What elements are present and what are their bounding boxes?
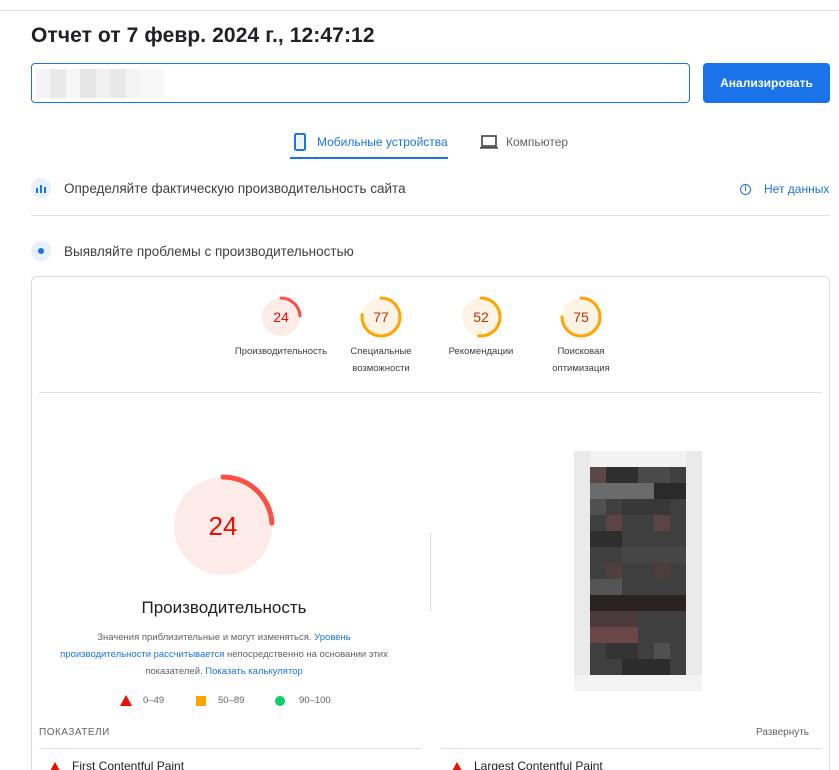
no-data-link[interactable]: i Нет данных (740, 182, 829, 196)
score-gauge-accessibility-ring: 77 (360, 296, 402, 338)
tab-desktop[interactable]: Компьютер (479, 126, 568, 158)
score-label-seo-1: Поисковая (557, 346, 605, 357)
circle-icon (275, 695, 285, 706)
lab-data-icon (31, 241, 51, 261)
tab-desktop-label: Компьютер (506, 135, 569, 149)
square-icon (196, 695, 206, 706)
poor-triangle-icon (452, 761, 462, 770)
score-gauge-accessibility[interactable]: 77 Специальные возможности (326, 295, 436, 377)
svg-text:77: 77 (373, 309, 389, 325)
field-data-section: Определяйте фактическую производительнос… (31, 178, 406, 198)
tab-mobile-label: Мобильные устройства (317, 135, 448, 149)
info-icon: i (740, 183, 751, 195)
metrics-divider-right (441, 748, 822, 749)
score-label-accessibility-2: возможности (352, 363, 410, 374)
poor-triangle-icon (50, 761, 60, 770)
phone-icon (290, 132, 310, 152)
analyze-button[interactable]: Анализировать (703, 63, 830, 103)
field-data-heading: Определяйте фактическую производительнос… (64, 180, 406, 196)
performance-note: Значения приблизительные и могут изменят… (60, 629, 388, 680)
note-prefix: Значения приблизительные и могут изменят… (97, 632, 315, 643)
triangle-icon (120, 695, 132, 706)
svg-text:52: 52 (473, 309, 489, 325)
score-label-seo-2: оптимизация (552, 363, 610, 374)
metrics-header: ПОКАЗАТЕЛИ (39, 727, 110, 738)
field-data-icon (31, 178, 51, 198)
metric-fcp: First Contentful Paint (50, 759, 184, 770)
expand-button[interactable]: Развернуть (756, 727, 809, 738)
score-label-accessibility-1: Специальные (350, 346, 412, 357)
laptop-icon (479, 132, 499, 152)
legend-average-range: 50–89 (218, 695, 245, 706)
blurred-url (36, 69, 164, 98)
performance-gauge: 24 (170, 473, 276, 584)
metric-lcp-name: Largest Contentful Paint (474, 759, 603, 770)
svg-text:75: 75 (573, 309, 589, 325)
report-title: Отчет от 7 февр. 2024 г., 12:47:12 (31, 24, 375, 47)
score-gauge-seo[interactable]: 75 Поисковая оптимизация (526, 295, 636, 377)
legend-good-range: 90–100 (299, 695, 331, 706)
score-gauge-best-practices-ring: 52 (460, 296, 502, 338)
card-divider (39, 392, 822, 393)
metric-lcp: Largest Contentful Paint (452, 759, 603, 770)
vertical-divider (430, 532, 431, 612)
url-input[interactable] (31, 63, 690, 103)
active-tab-indicator (290, 157, 448, 159)
score-gauge-seo-ring: 75 (560, 296, 602, 338)
section-divider (31, 215, 830, 216)
show-calculator-link[interactable]: Показать калькулятор (205, 666, 302, 677)
performance-title: Производительность (141, 598, 307, 617)
svg-text:24: 24 (273, 309, 289, 325)
metrics-divider-left (39, 748, 420, 749)
performance-score: 24 (209, 511, 238, 541)
page-screenshot-thumbnail[interactable] (574, 451, 702, 691)
score-gauge-performance-ring: 24 (260, 296, 302, 338)
score-label-best-practices: Рекомендации (448, 346, 514, 357)
score-gauge-best-practices[interactable]: 52 Рекомендации (426, 295, 536, 360)
legend-poor-range: 0–49 (143, 695, 165, 706)
tab-mobile[interactable]: Мобильные устройства (290, 126, 448, 159)
legend-average: 50–89 (196, 695, 244, 706)
metric-fcp-name: First Contentful Paint (72, 759, 185, 770)
score-label-performance: Производительность (234, 346, 328, 357)
legend-good: 90–100 (275, 695, 331, 706)
lab-data-heading: Выявляйте проблемы с производительностью (64, 243, 354, 259)
score-gauge-performance[interactable]: 24 Производительность (226, 295, 336, 360)
lab-data-section: Выявляйте проблемы с производительностью (31, 241, 354, 261)
no-data-label: Нет данных (764, 182, 830, 196)
legend-poor: 0–49 (120, 695, 164, 706)
top-divider (0, 10, 839, 11)
